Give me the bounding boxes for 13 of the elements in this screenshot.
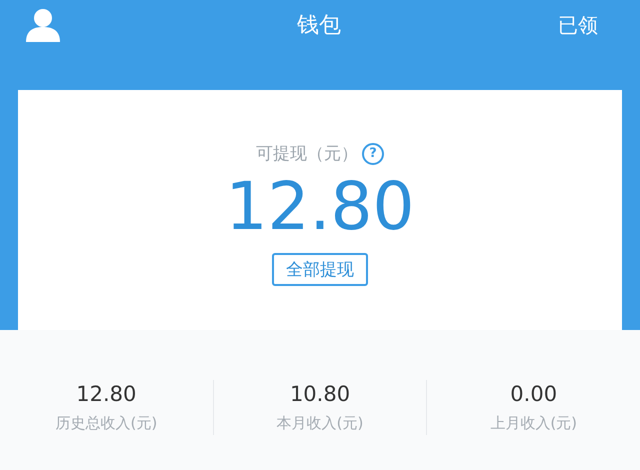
balance-amount: 12.80 bbox=[226, 169, 414, 245]
page-title: 钱包 bbox=[297, 12, 341, 40]
stat-value: 12.80 bbox=[76, 382, 136, 406]
help-icon[interactable]: ? bbox=[362, 142, 384, 164]
withdraw-all-button[interactable]: 全部提现 bbox=[272, 253, 368, 286]
stat-label: 本月收入(元) bbox=[276, 414, 364, 433]
stat-label: 上月收入(元) bbox=[490, 414, 578, 433]
stat-label: 历史总收入(元) bbox=[55, 414, 158, 433]
received-link[interactable]: 已领 bbox=[558, 12, 598, 38]
stat-value: 10.80 bbox=[290, 382, 350, 406]
user-icon[interactable] bbox=[26, 8, 60, 42]
stat-value: 0.00 bbox=[510, 382, 558, 406]
withdrawable-label: 可提现（元） bbox=[256, 143, 358, 165]
